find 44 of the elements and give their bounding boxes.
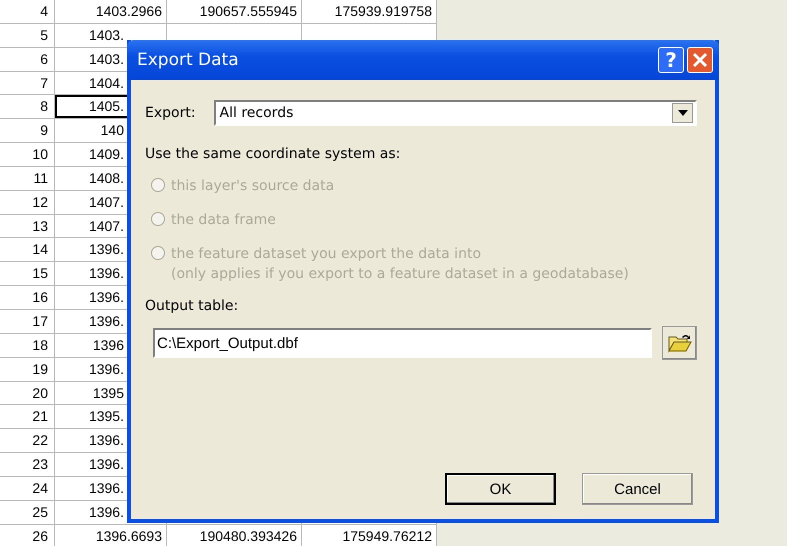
dropdown-button[interactable] <box>672 103 693 123</box>
caret-icon <box>678 110 688 116</box>
close-icon <box>692 52 708 68</box>
table-cell: 190657.555945 <box>167 0 302 23</box>
export-dropdown[interactable]: All records <box>214 100 697 126</box>
row-number: 20 <box>0 382 55 404</box>
row-number: 16 <box>0 286 55 309</box>
row-number: 23 <box>0 453 55 476</box>
table-cell: 175939.919758 <box>302 0 437 23</box>
row-number: 4 <box>0 0 55 23</box>
close-button[interactable] <box>687 47 713 73</box>
table-cell: 175949.76212 <box>302 524 437 546</box>
row-number: 22 <box>0 429 55 452</box>
row-number: 19 <box>0 358 55 380</box>
row-number: 11 <box>0 166 55 190</box>
row-number: 25 <box>0 500 55 524</box>
row-number: 18 <box>0 334 55 357</box>
row-number: 26 <box>0 524 55 546</box>
row-number: 9 <box>0 119 55 142</box>
row-number: 8 <box>0 95 55 118</box>
table-cell: 1403.2966 <box>55 0 167 23</box>
row-number: 10 <box>0 143 55 166</box>
row-number: 12 <box>0 190 55 214</box>
folder-icon <box>668 333 692 353</box>
browse-button[interactable] <box>662 326 697 360</box>
row-number: 6 <box>0 48 55 71</box>
radio-label: this layer's source data <box>171 177 334 196</box>
ok-button[interactable]: OK <box>445 473 556 505</box>
row-number: 17 <box>0 310 55 333</box>
table-cell: 1396.6693 <box>55 524 167 546</box>
table-cell: 190480.393426 <box>167 524 302 546</box>
radio-label: the data frame <box>171 211 276 230</box>
row-number: 15 <box>0 262 55 286</box>
row-number: 21 <box>0 405 55 428</box>
radio-label: the feature dataset you export the data into <box>171 245 482 264</box>
help-button[interactable]: ? <box>658 47 684 73</box>
radio-note: (only applies if you export to a feature dataset in a geodatabase) <box>171 265 629 284</box>
row-number: 24 <box>0 476 55 500</box>
row-number: 7 <box>0 72 55 94</box>
cancel-button[interactable]: Cancel <box>582 473 693 505</box>
output-path-field[interactable]: C:\Export_Output.dbf <box>153 328 652 358</box>
row-number: 13 <box>0 214 55 238</box>
row-number: 14 <box>0 238 55 262</box>
row-number: 5 <box>0 24 55 47</box>
